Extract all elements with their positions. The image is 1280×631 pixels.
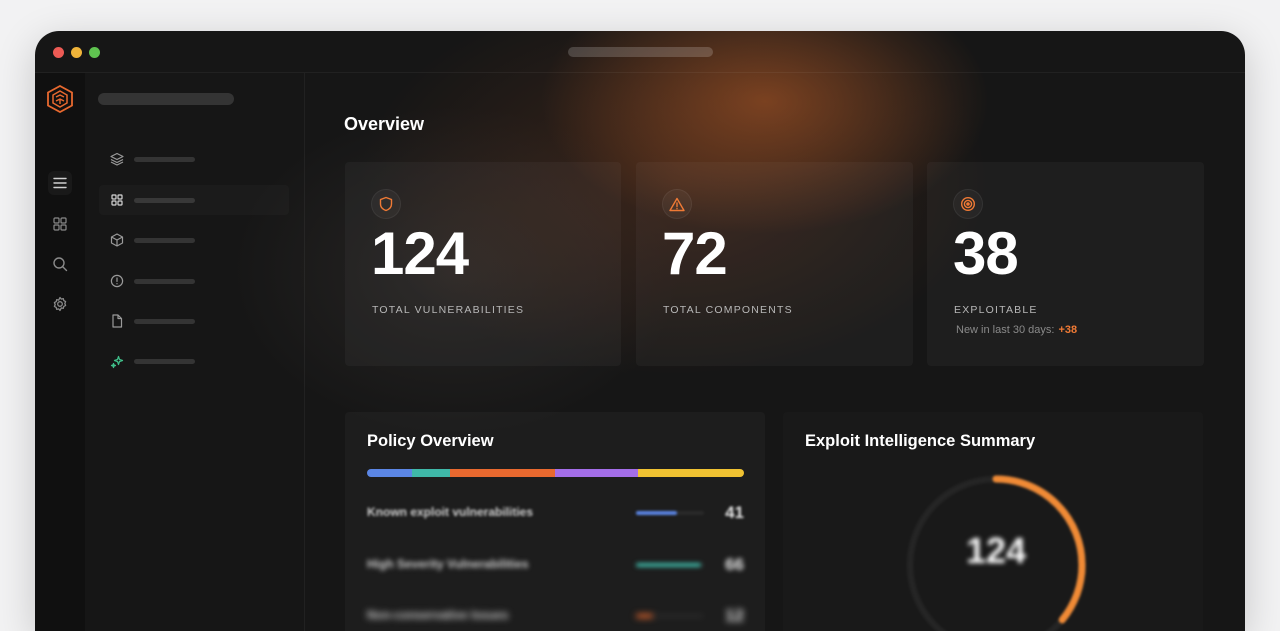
maximize-window-button[interactable] xyxy=(89,47,100,58)
exploit-total-value: 124 xyxy=(965,530,1027,571)
policy-row-label: Known exploit vulnerabilities xyxy=(367,505,534,519)
close-window-button[interactable] xyxy=(53,47,64,58)
stat-card-components[interactable]: 72 TOTAL COMPONENTS xyxy=(636,162,913,366)
sidebar-item-label-placeholder xyxy=(134,197,195,203)
title-bar xyxy=(35,31,1245,73)
stat-trend: New in last 30 days: +38 xyxy=(956,324,1077,336)
policy-distribution-bar[interactable] xyxy=(367,469,744,477)
policy-row-label: High Severity Vulnerabilities xyxy=(367,557,529,571)
target-icon xyxy=(953,189,983,219)
policy-row[interactable]: Non-conservative Issues 12 xyxy=(367,606,744,626)
stat-label: TOTAL COMPONENTS xyxy=(663,304,793,316)
stat-label: TOTAL VULNERABILITIES xyxy=(372,304,525,316)
sidebar-item-components[interactable] xyxy=(99,225,289,255)
app-window: Overview 124 TOTAL VULNERABILITIES 72 TO… xyxy=(35,31,1245,631)
minimize-window-button[interactable] xyxy=(71,47,82,58)
gear-icon[interactable] xyxy=(48,292,72,316)
stat-label: EXPLOITABLE xyxy=(954,304,1038,316)
policy-distribution-segment xyxy=(449,469,556,477)
policy-row-fill xyxy=(636,614,653,618)
main-content: Overview 124 TOTAL VULNERABILITIES 72 TO… xyxy=(305,73,1245,631)
sparkle-icon xyxy=(109,353,125,369)
policy-distribution-segment xyxy=(638,469,744,477)
cube-icon xyxy=(109,232,125,248)
sidebar-item-reports[interactable] xyxy=(99,306,289,336)
policy-distribution-segment xyxy=(412,469,450,477)
sidebar-item-label-placeholder xyxy=(134,358,195,364)
sidebar-item-label-placeholder xyxy=(134,156,195,162)
sidebar xyxy=(85,73,305,631)
exploit-intelligence-panel: Exploit Intelligence Summary 124 xyxy=(783,412,1203,631)
policy-row-fill xyxy=(636,511,677,515)
shield-icon xyxy=(371,189,401,219)
stat-card-vulnerabilities[interactable]: 124 TOTAL VULNERABILITIES xyxy=(345,162,621,366)
page-title: Overview xyxy=(344,114,425,134)
policy-row-count: 66 xyxy=(725,555,744,574)
sidebar-item-alerts[interactable] xyxy=(99,266,289,296)
search-icon[interactable] xyxy=(48,252,72,276)
policy-row[interactable]: Known exploit vulnerabilities 41 xyxy=(367,503,744,523)
policy-row-count: 12 xyxy=(725,606,744,625)
layers-icon xyxy=(109,151,125,167)
sidebar-item-label-placeholder xyxy=(134,237,195,243)
policy-row-track xyxy=(636,563,704,567)
grid-icon[interactable] xyxy=(48,212,72,236)
policy-row-fill xyxy=(636,563,701,567)
stat-card-exploitable[interactable]: 38 EXPLOITABLE New in last 30 days: +38 xyxy=(927,162,1204,366)
sidebar-item-dashboard[interactable] xyxy=(99,185,289,215)
policy-row-track xyxy=(636,614,704,618)
policy-row-track xyxy=(636,511,704,515)
policy-overview-panel: Policy Overview Known exploit vulnerabil… xyxy=(345,412,765,631)
sidebar-item-label-placeholder xyxy=(134,278,195,284)
panel-title: Policy Overview xyxy=(367,432,494,450)
stat-trend-label: New in last 30 days: xyxy=(956,324,1055,336)
sidebar-item-label-placeholder xyxy=(134,318,195,324)
warning-triangle-icon xyxy=(662,189,692,219)
sidebar-item-ai[interactable] xyxy=(99,346,289,376)
grid-icon xyxy=(109,192,125,208)
policy-row-label: Non-conservative Issues xyxy=(367,608,509,622)
stat-trend-delta: +38 xyxy=(1058,324,1078,336)
policy-distribution-segment xyxy=(367,469,413,477)
stat-value: 72 xyxy=(662,220,728,287)
address-bar-placeholder[interactable] xyxy=(568,47,713,57)
policy-distribution-segment xyxy=(555,469,639,477)
alert-circle-icon xyxy=(109,273,125,289)
menu-icon[interactable] xyxy=(48,171,72,195)
stat-value: 124 xyxy=(371,220,469,287)
panel-title: Exploit Intelligence Summary xyxy=(805,432,1036,450)
stat-value: 38 xyxy=(953,220,1019,287)
sidebar-item-layers[interactable] xyxy=(99,144,289,174)
policy-row[interactable]: High Severity Vulnerabilities 66 xyxy=(367,555,744,575)
app-logo-icon[interactable] xyxy=(47,84,73,118)
icon-rail xyxy=(35,73,85,631)
file-icon xyxy=(109,313,125,329)
policy-row-count: 41 xyxy=(725,503,744,522)
sidebar-title-placeholder xyxy=(98,93,234,105)
